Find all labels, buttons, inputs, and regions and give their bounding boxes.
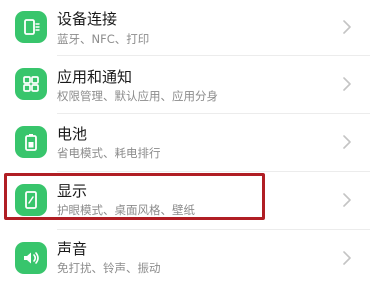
settings-item-subtitle: 护眼模式、桌面风格、壁纸 [57,203,195,217]
display-icon [15,184,47,216]
settings-item-subtitle: 免打扰、铃声、振动 [57,261,161,275]
device-connection-icon [15,11,47,43]
settings-item-sound[interactable]: 声音 免打扰、铃声、振动 [0,232,370,288]
divider [57,229,370,230]
chevron-right-icon [343,77,351,91]
sound-icon [15,242,47,274]
apps-notifications-icon [15,68,47,100]
settings-item-title: 电池 [57,125,88,143]
settings-list: 设备连接 蓝牙、NFC、打印 应用和通知 权限管理、默认应用、应用分身 电池 省… [0,0,370,284]
chevron-right-icon [343,193,351,207]
settings-item-title: 显示 [57,182,88,200]
divider [57,113,370,114]
settings-item-display[interactable]: 显示 护眼模式、桌面风格、壁纸 [0,174,370,230]
settings-item-title: 应用和通知 [57,68,133,86]
chevron-right-icon [343,20,351,34]
settings-item-title: 声音 [57,240,88,258]
chevron-right-icon [343,135,351,149]
settings-item-subtitle: 蓝牙、NFC、打印 [57,32,150,46]
settings-item-subtitle: 权限管理、默认应用、应用分身 [57,89,218,103]
divider [57,55,370,56]
settings-item-apps-notifications[interactable]: 应用和通知 权限管理、默认应用、应用分身 [0,58,370,114]
chevron-right-icon [343,251,351,265]
settings-item-title: 设备连接 [57,10,118,28]
settings-item-device-connection[interactable]: 设备连接 蓝牙、NFC、打印 [0,0,370,56]
battery-icon [15,126,47,158]
divider [57,171,370,172]
settings-item-subtitle: 省电模式、耗电排行 [57,146,161,160]
settings-item-battery[interactable]: 电池 省电模式、耗电排行 [0,116,370,172]
